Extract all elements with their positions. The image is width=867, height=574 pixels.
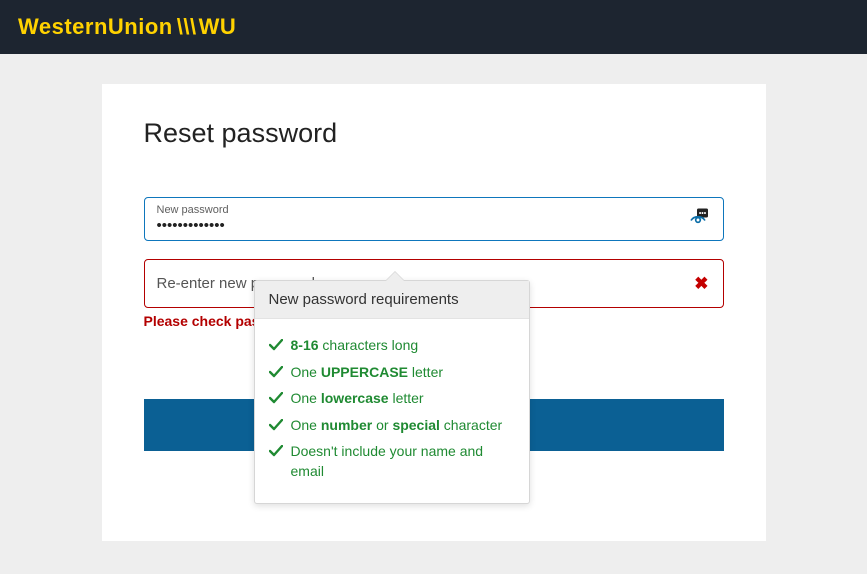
new-password-input[interactable]: •••••••••••••	[157, 216, 681, 234]
tooltip-arrow	[385, 271, 405, 281]
check-icon	[269, 391, 283, 407]
requirement-text: 8-16 characters long	[291, 336, 419, 356]
tooltip-header: New password requirements	[255, 281, 529, 319]
show-password-icon[interactable]: •••	[689, 208, 711, 231]
requirement-text: One UPPERCASE letter	[291, 363, 444, 383]
requirement-row: 8-16 characters long	[269, 336, 515, 356]
requirement-row: One number or special character	[269, 416, 515, 436]
requirement-text: One lowercase letter	[291, 389, 424, 409]
header-bar: WesternUnion \\\ WU	[0, 0, 867, 54]
new-password-group: New password ••••••••••••• •••	[144, 197, 724, 241]
page-title: Reset password	[144, 118, 724, 149]
requirement-row: One UPPERCASE letter	[269, 363, 515, 383]
check-icon	[269, 418, 283, 434]
brand-slashes: \\\	[177, 14, 197, 40]
requirement-row: Doesn't include your name and email	[269, 442, 515, 481]
requirement-text: Doesn't include your name and email	[291, 442, 515, 481]
brand-short: WU	[199, 14, 237, 40]
brand-logo[interactable]: WesternUnion \\\ WU	[18, 14, 236, 40]
reset-password-card: Reset password New password ••••••••••••…	[102, 84, 766, 541]
brand-name: WesternUnion	[18, 14, 173, 40]
tooltip-body: 8-16 characters long One UPPERCASE letter…	[255, 319, 529, 503]
requirement-text: One number or special character	[291, 416, 503, 436]
check-icon	[269, 338, 283, 354]
requirement-row: One lowercase letter	[269, 389, 515, 409]
error-icon: ✖	[694, 274, 708, 294]
check-icon	[269, 444, 283, 460]
check-icon	[269, 365, 283, 381]
password-requirements-tooltip: New password requirements 8-16 character…	[254, 280, 530, 504]
new-password-label: New password	[157, 204, 681, 216]
new-password-wrap[interactable]: New password ••••••••••••• •••	[144, 197, 724, 241]
